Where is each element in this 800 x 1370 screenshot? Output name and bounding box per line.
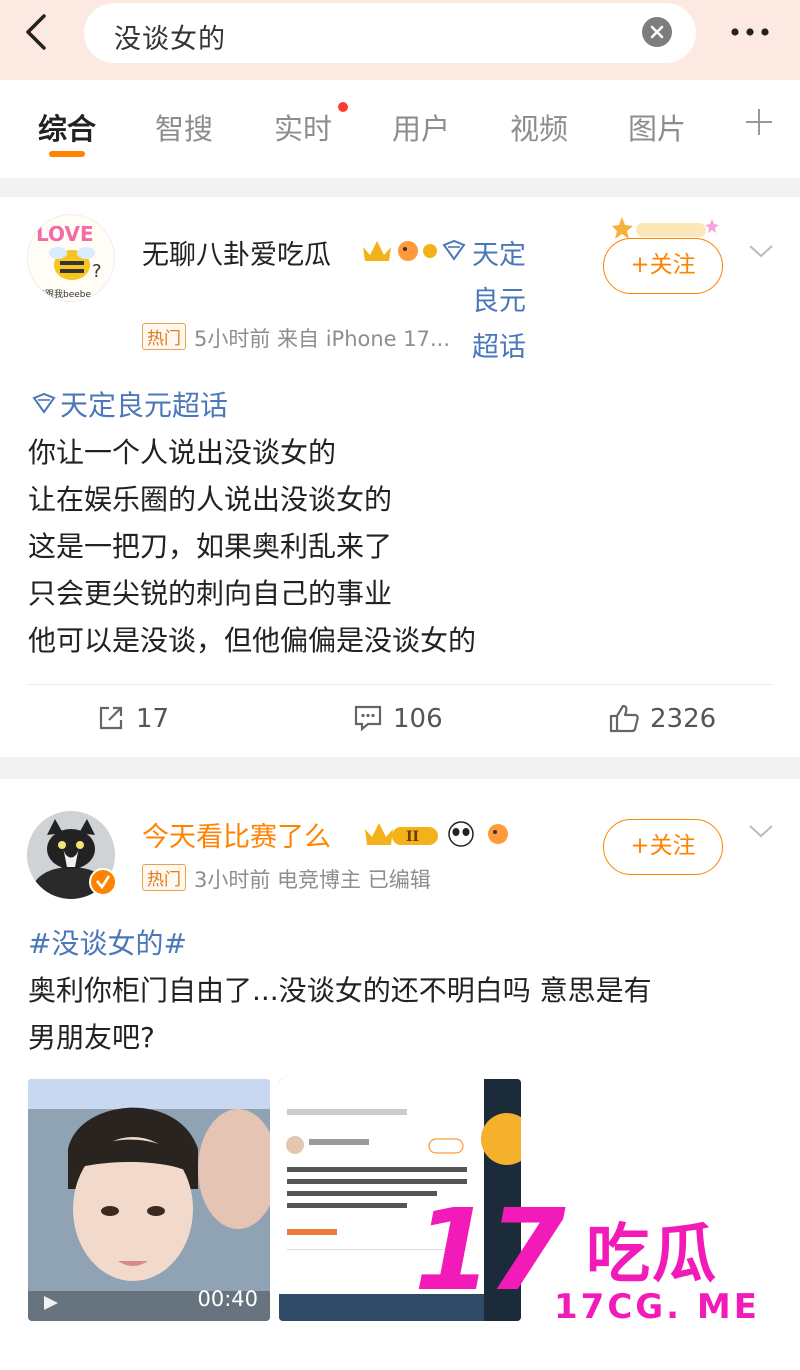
tab-smart-search[interactable]: 智搜 bbox=[155, 106, 213, 148]
add-tab-icon[interactable] bbox=[744, 107, 774, 137]
comment-button[interactable]: 106 bbox=[353, 703, 443, 734]
video-duration: 00:40 bbox=[197, 1287, 258, 1311]
video-thumbnail[interactable]: 00:40 bbox=[28, 1079, 270, 1321]
supertopic-diamond-icon bbox=[442, 239, 466, 261]
like-button[interactable]: 2326 bbox=[608, 703, 716, 734]
play-icon bbox=[44, 1296, 58, 1310]
bee-avatar-icon: LOVE ? 在跟我beebe bbox=[36, 222, 102, 300]
chevron-down-icon[interactable] bbox=[747, 241, 775, 261]
svg-text:II: II bbox=[406, 829, 419, 845]
avatar-caption: 在跟我beebe bbox=[36, 288, 92, 300]
username[interactable]: 无聊八卦爱吃瓜 bbox=[142, 233, 331, 272]
watermark-number: 17 bbox=[414, 1186, 566, 1316]
comment-count: 106 bbox=[393, 704, 443, 734]
follow-button[interactable]: +关注 bbox=[603, 819, 723, 875]
verified-badge-icon bbox=[89, 868, 117, 896]
post-meta-text: 3小时前 电竞博主 已编辑 bbox=[194, 868, 431, 892]
back-arrow-icon[interactable] bbox=[14, 10, 58, 54]
more-options-icon[interactable] bbox=[725, 14, 775, 50]
tab-images[interactable]: 图片 bbox=[628, 106, 686, 148]
tab-comprehensive[interactable]: 综合 bbox=[38, 106, 96, 148]
supertopic-link[interactable]: 天定良元超话 bbox=[60, 384, 228, 424]
watermark-logo: 17 吃瓜 17CG. ME bbox=[414, 1195, 774, 1335]
like-count: 2326 bbox=[650, 704, 717, 734]
svg-text:?: ? bbox=[92, 261, 102, 282]
post-text-line: 让在娱乐圈的人说出没谈女的 bbox=[28, 483, 393, 516]
member-badges-icon bbox=[363, 241, 437, 261]
post-text-line: 你让一个人说出没谈女的 bbox=[28, 436, 337, 469]
divider bbox=[28, 684, 772, 685]
post-text-line: 奥利你柜门自由了...没谈女的还不明白吗 意思是有 bbox=[28, 974, 652, 1007]
hot-badge: 热门 bbox=[142, 323, 186, 350]
svg-text:LOVE: LOVE bbox=[36, 222, 94, 246]
search-results-page: 没谈女的 综合 智搜 实时 用户 视频 图片 LOVE ? 在跟我beebe 无… bbox=[0, 0, 800, 1370]
active-tab-indicator bbox=[49, 151, 85, 157]
member-badges-icon: II bbox=[365, 821, 508, 847]
thumbs-up-icon bbox=[609, 704, 639, 733]
hashtag-link[interactable]: #没谈女的# bbox=[28, 922, 187, 962]
search-header: 没谈女的 bbox=[0, 0, 800, 80]
clear-icon[interactable] bbox=[642, 17, 672, 47]
post-text-line: 这是一把刀，如果奥利乱来了 bbox=[28, 530, 393, 563]
watermark-text: 吃瓜 bbox=[586, 1218, 718, 1292]
repost-icon bbox=[99, 706, 123, 730]
supertopic-tag[interactable]: 天定良元超话 bbox=[472, 233, 542, 371]
follow-button[interactable]: +关注 bbox=[603, 238, 723, 294]
search-tabs: 综合 智搜 实时 用户 视频 图片 bbox=[0, 80, 800, 178]
tab-users[interactable]: 用户 bbox=[392, 106, 450, 148]
repost-count: 17 bbox=[136, 704, 170, 734]
tab-realtime[interactable]: 实时 bbox=[274, 106, 332, 148]
new-indicator-dot bbox=[338, 102, 348, 112]
post-meta: 热门 3小时前 电竞博主 已编辑 bbox=[142, 864, 431, 894]
post-meta: 热门 5小时前 来自 iPhone 17... bbox=[142, 323, 450, 353]
supertopic-diamond-icon bbox=[32, 392, 56, 414]
post-text-line: 只会更尖锐的刺向自己的事业 bbox=[28, 577, 393, 610]
tab-videos[interactable]: 视频 bbox=[510, 106, 568, 148]
repost-button[interactable]: 17 bbox=[96, 703, 169, 734]
comment-icon bbox=[354, 705, 382, 732]
post-text-line: 他可以是没谈，但他偏偏是没谈女的 bbox=[28, 624, 477, 657]
post-text-line: 男朋友吧? bbox=[28, 1021, 155, 1054]
post-card: LOVE ? 在跟我beebe 无聊八卦爱吃瓜 天定良元超话 热门 5小时前 来自… bbox=[0, 197, 800, 757]
search-query: 没谈女的 bbox=[114, 24, 226, 55]
post-meta-text: 5小时前 来自 iPhone 17... bbox=[194, 327, 451, 351]
chevron-down-icon[interactable] bbox=[747, 821, 775, 841]
avatar[interactable]: LOVE ? 在跟我beebe bbox=[27, 214, 115, 302]
search-input[interactable]: 没谈女的 bbox=[84, 3, 696, 63]
username[interactable]: 今天看比赛了么 bbox=[142, 815, 331, 854]
watermark-url: 17CG. ME bbox=[554, 1287, 760, 1327]
video-preview-image bbox=[28, 1079, 270, 1321]
hot-badge: 热门 bbox=[142, 864, 186, 891]
post-card: 今天看比赛了么 II 热门 3小时前 电竞博主 已编辑 +关注 #没谈女的# 奥利… bbox=[0, 779, 800, 1370]
